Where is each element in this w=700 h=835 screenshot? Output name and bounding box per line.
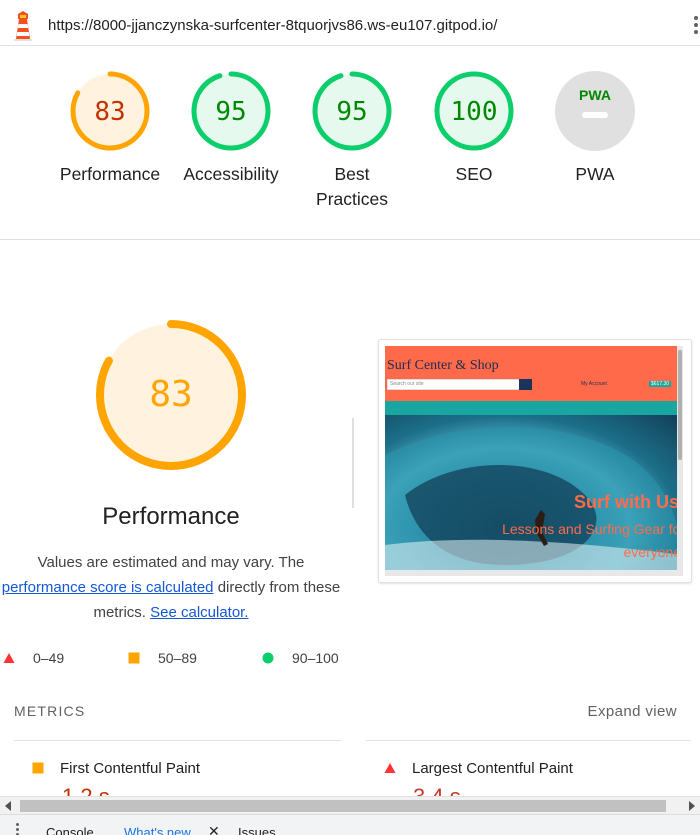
tab-console[interactable]: Console [46,825,94,835]
site-banner [385,401,683,415]
gauge-label: Best Practices [316,164,388,209]
site-search-input: Search our site [387,379,521,390]
metric-lcp: Largest Contentful Paint [384,758,573,778]
best-practices-score: 95 [336,97,367,127]
metric-lcp-value: 3.4 s [413,784,461,796]
url-bar: https://8000-jjanczynska-surfcenter-8tqu… [0,0,700,46]
drawer-menu-icon[interactable] [16,823,19,835]
scroll-right-icon[interactable] [689,801,695,811]
legend-pass: 90–100 [262,648,339,668]
scroll-left-icon[interactable] [5,801,11,811]
gauge-best-practices[interactable]: 95 Best Practices [292,70,412,212]
screenshot-scrollbar [677,346,683,576]
close-icon[interactable]: ✕ [208,823,220,835]
hero-subtitle: Lessons and Surfing Gear for everyone! [502,521,683,560]
divider [366,740,691,741]
site-header: Surf Center & Shop Search our site My Ac… [385,346,683,401]
performance-description: Values are estimated and may vary. The p… [1,554,341,621]
tab-whats-new[interactable]: What's new [124,825,191,835]
horizontal-scrollbar[interactable] [0,796,700,814]
performance-score: 83 [94,97,125,127]
site-search-icon [519,379,532,390]
triangle-icon [3,653,15,663]
pwa-badge-text: PWA [579,87,611,103]
performance-big-score: 83 [149,374,192,415]
accessibility-score: 95 [215,97,246,127]
pwa-badge-icon: PWA [555,71,635,151]
gauge-label: PWA [575,164,615,184]
site-account: My Account [581,381,607,387]
devtools-drawer: Console What's new ✕ Issues [0,814,700,835]
accessibility-gauge-ring: 95 [191,71,271,151]
triangle-icon [384,763,396,773]
square-icon [32,762,44,774]
site-cart: $617.30 [649,381,672,387]
performance-title: Performance [102,503,240,530]
scrollbar-thumb[interactable] [20,800,666,812]
tab-issues[interactable]: Issues [238,825,276,835]
more-options-icon[interactable] [692,14,700,36]
gauge-seo[interactable]: 100 SEO [414,70,534,187]
screenshot-hscrollbar [385,570,677,576]
seo-score: 100 [451,97,498,127]
gauge-label: Accessibility [183,164,279,184]
divider [14,740,341,741]
seo-gauge-ring: 100 [434,71,514,151]
screenshot-content: Surf Center & Shop Search our site My Ac… [385,346,683,576]
gauge-label: Performance [59,164,161,184]
gauge-label: SEO [455,164,493,184]
metric-fcp-value: 1.2 s [62,784,110,796]
final-screenshot[interactable]: Surf Center & Shop Search our site My Ac… [378,339,692,583]
score-legend: 0–49 50–89 90–100 [0,648,350,668]
performance-gauge-ring: 83 [70,71,150,151]
gauge-accessibility[interactable]: 95 Accessibility [171,70,291,187]
gauge-performance[interactable]: 83 Performance [50,70,170,187]
category-gauges: 83 Performance 95 Accessibility 95 Best … [0,46,700,240]
lighthouse-icon [14,11,32,41]
metric-fcp: First Contentful Paint [32,758,200,778]
url-text: https://8000-jjanczynska-surfcenter-8tqu… [48,17,498,34]
gauge-pwa[interactable]: PWA PWA [535,70,655,187]
performance-big-gauge: 83 [96,320,246,470]
performance-score-link[interactable]: performance score is calculated [2,579,214,596]
square-icon [128,652,140,664]
expand-view-toggle[interactable]: Expand view [588,703,677,720]
legend-fail: 0–49 [3,648,64,668]
legend-average: 50–89 [128,648,197,668]
section-divider [352,418,354,508]
circle-icon [262,652,274,664]
hero-title: Surf with Us! [574,492,683,512]
site-brand: Surf Center & Shop [387,358,499,373]
metrics-header: METRICS [14,703,86,719]
see-calculator-link[interactable]: See calculator. [150,604,248,621]
best-practices-gauge-ring: 95 [312,71,392,151]
